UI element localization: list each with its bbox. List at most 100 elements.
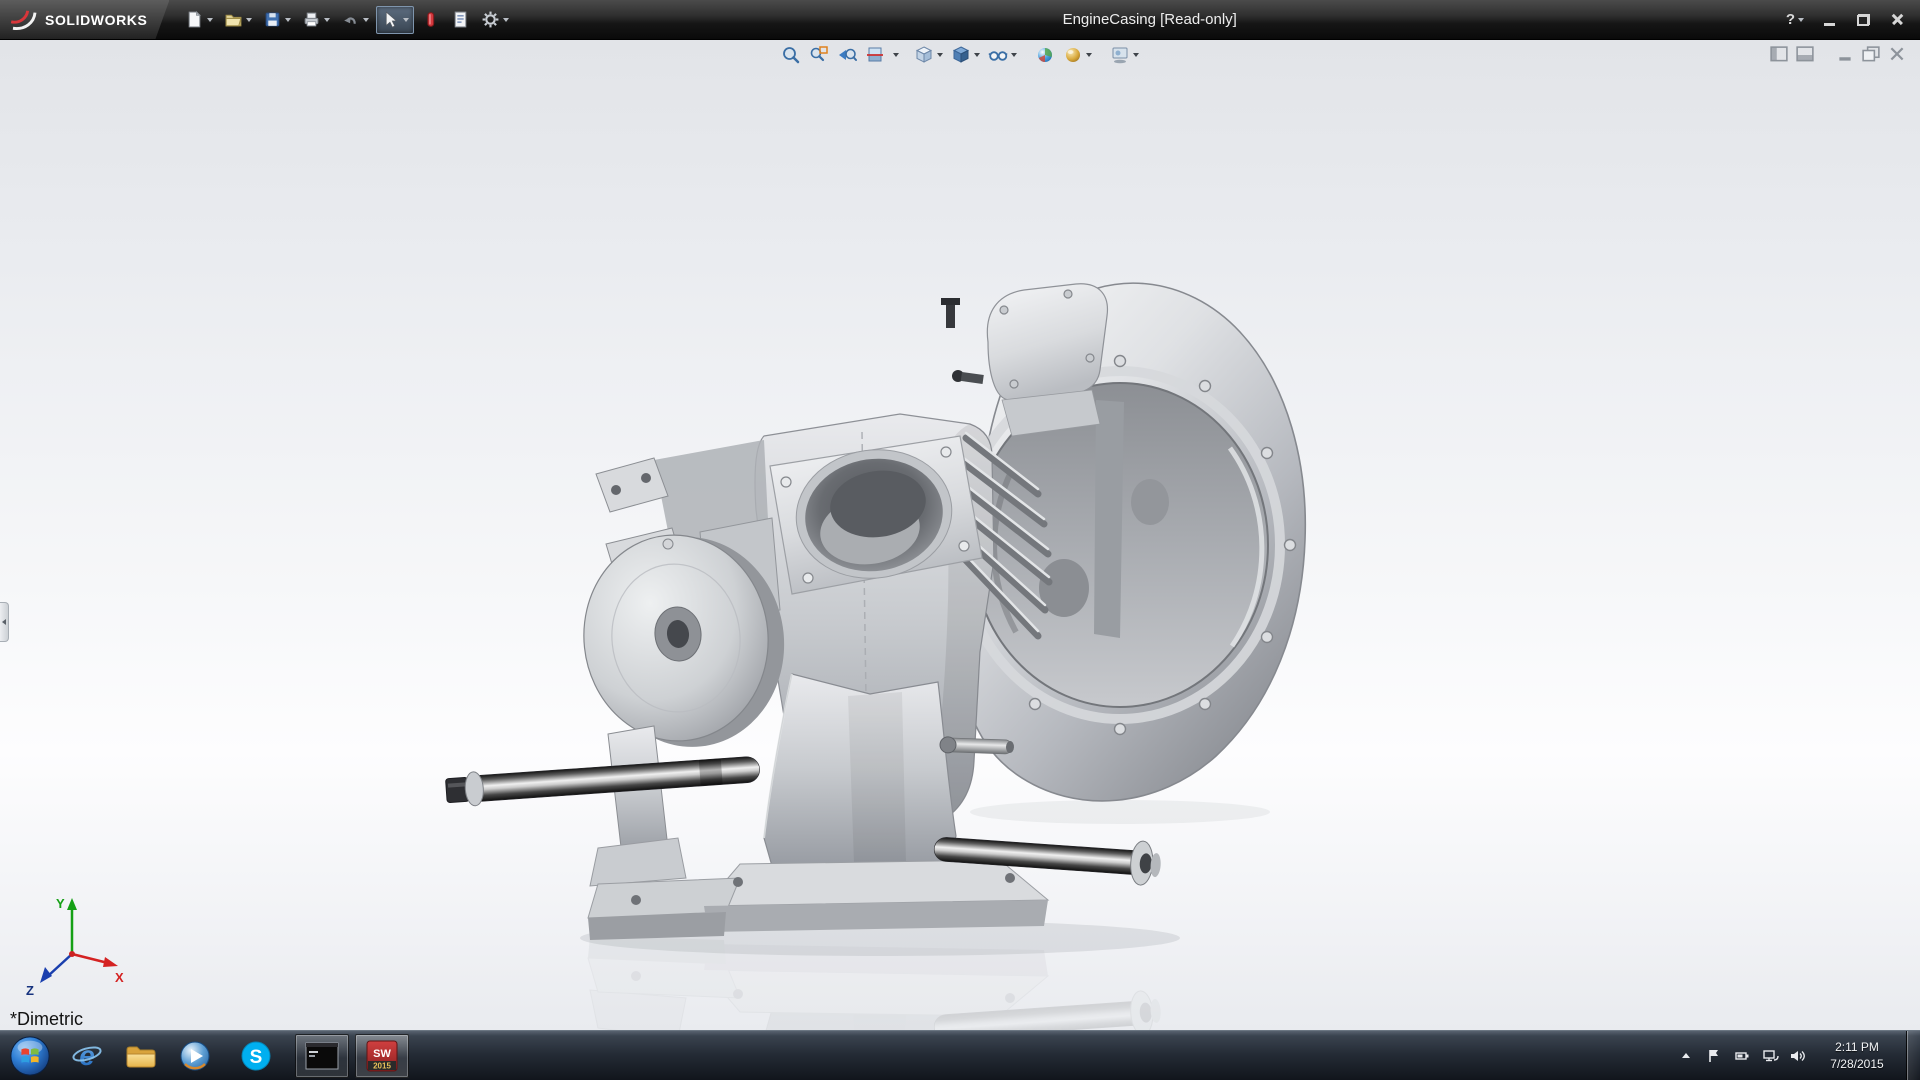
close-button[interactable] — [1888, 10, 1906, 30]
power-status-button[interactable] — [1728, 1034, 1756, 1078]
select-cursor-icon — [386, 11, 398, 28]
file-properties-button[interactable] — [447, 6, 474, 34]
taskbar: e S SW 2015 2:11 PM 7/28/2015 — [0, 1030, 1920, 1080]
dropdown-caret[interactable] — [324, 17, 331, 22]
pane-bottom-button[interactable] — [1796, 46, 1814, 62]
display-style-cube-icon — [952, 46, 970, 63]
zoom-to-fit-icon — [783, 47, 800, 64]
speaker-icon — [1791, 1050, 1805, 1061]
taskbar-item-skype[interactable]: S — [232, 1034, 280, 1078]
minimize-button[interactable] — [1820, 10, 1838, 30]
apply-scene-button[interactable] — [1060, 42, 1095, 68]
heads-up-view-toolbar — [778, 42, 1142, 68]
windows-start-orb-icon — [10, 1035, 50, 1076]
dropdown-caret[interactable] — [403, 17, 410, 22]
titlebar: SOLIDWORKS EngineCasing [Read-only] ? — [0, 0, 1920, 40]
action-center-flag-icon — [1709, 1049, 1718, 1062]
display-style-button[interactable] — [948, 42, 983, 68]
undo-button[interactable] — [337, 6, 373, 34]
previous-view-button[interactable] — [834, 42, 860, 68]
rebuild-icon — [427, 12, 435, 27]
taskbar-clock[interactable]: 2:11 PM 7/28/2015 — [1816, 1039, 1898, 1071]
print-button[interactable] — [298, 6, 334, 34]
options-gear-icon — [483, 11, 499, 28]
dropdown-caret[interactable] — [893, 53, 899, 57]
restore-button[interactable] — [1854, 10, 1872, 30]
pane-left-button[interactable] — [1770, 46, 1788, 62]
triad-x-label: X — [115, 970, 124, 985]
undo-icon — [344, 17, 357, 24]
zoom-to-fit-button[interactable] — [778, 42, 804, 68]
doc-minimize-button[interactable] — [1836, 46, 1854, 62]
zoom-to-area-icon — [810, 46, 828, 62]
dropdown-caret[interactable] — [1798, 17, 1805, 22]
feature-manager-collapsed-tab[interactable] — [0, 602, 9, 642]
skype-icon: S — [241, 1041, 271, 1070]
view-orientation-cube-icon — [915, 46, 933, 63]
zoom-to-area-button[interactable] — [806, 42, 832, 68]
triad-y-label: Y — [56, 896, 65, 911]
folder-icon — [126, 1046, 156, 1067]
network-icon — [1762, 1049, 1779, 1061]
open-button[interactable] — [220, 6, 256, 34]
doc-close-button[interactable] — [1888, 46, 1906, 62]
action-center-button[interactable] — [1700, 1034, 1728, 1078]
options-button[interactable] — [477, 6, 513, 34]
solidworks-taskbar-icon: SW 2015 — [366, 1040, 398, 1071]
dropdown-caret[interactable] — [1086, 53, 1092, 57]
hide-show-glasses-icon — [988, 51, 1008, 61]
rebuild-button[interactable] — [417, 6, 444, 34]
internet-explorer-icon: e — [72, 1040, 102, 1071]
save-icon — [266, 12, 280, 27]
dropdown-caret[interactable] — [974, 53, 980, 57]
network-status-button[interactable] — [1756, 1034, 1784, 1078]
dropdown-caret[interactable] — [503, 17, 510, 22]
taskbar-item-media-player[interactable] — [171, 1034, 219, 1078]
media-player-icon — [180, 1041, 210, 1070]
command-prompt-icon — [305, 1042, 339, 1069]
document-window-controls — [1770, 46, 1906, 62]
graphics-area[interactable]: Y X Z *Dimetric — [0, 40, 1920, 1030]
dropdown-caret[interactable] — [246, 17, 253, 22]
restore-icon — [1856, 13, 1870, 26]
taskbar-item-solidworks[interactable]: SW 2015 — [355, 1033, 409, 1078]
dropdown-caret[interactable] — [285, 17, 292, 22]
show-desktop-button[interactable] — [1906, 1030, 1920, 1080]
view-settings-button[interactable] — [1107, 42, 1142, 68]
view-settings-icon — [1112, 47, 1128, 64]
taskbar-item-command-prompt[interactable] — [295, 1033, 349, 1078]
view-orientation-label: *Dimetric — [10, 1009, 84, 1029]
help-button[interactable]: ? — [1786, 10, 1805, 30]
dropdown-caret[interactable] — [1011, 53, 1017, 57]
dropdown-caret[interactable] — [363, 17, 370, 22]
taskbar-item-internet-explorer[interactable]: e — [63, 1034, 111, 1078]
doc-close-icon — [1890, 47, 1904, 61]
select-button[interactable] — [376, 5, 415, 34]
section-view-button[interactable] — [862, 42, 888, 68]
view-orientation-button[interactable] — [911, 42, 946, 68]
file-properties-icon — [455, 11, 467, 28]
open-folder-icon — [226, 14, 243, 27]
start-button[interactable] — [4, 1032, 56, 1080]
minimize-icon — [1823, 22, 1835, 26]
reference-triad: Y X Z — [26, 896, 124, 998]
doc-restore-button[interactable] — [1862, 46, 1880, 62]
system-tray: 2:11 PM 7/28/2015 — [1672, 1030, 1920, 1080]
hide-show-items-button[interactable] — [985, 42, 1020, 68]
dropdown-caret[interactable] — [1133, 53, 1139, 57]
dropdown-caret[interactable] — [207, 17, 214, 22]
clock-time: 2:11 PM — [1835, 1040, 1879, 1055]
edit-appearance-button[interactable] — [1032, 42, 1058, 68]
solidworks-logo: SOLIDWORKS — [0, 0, 169, 39]
new-document-button[interactable] — [181, 6, 217, 34]
previous-view-icon — [839, 48, 857, 61]
doc-restore-icon — [1862, 46, 1880, 62]
volume-button[interactable] — [1784, 1034, 1812, 1078]
show-hidden-icons-button[interactable] — [1672, 1034, 1700, 1078]
dropdown-caret[interactable] — [937, 53, 943, 57]
taskbar-item-windows-explorer[interactable] — [117, 1034, 165, 1078]
titlebar-toolbar — [181, 5, 513, 34]
save-button[interactable] — [259, 6, 295, 34]
hidden-icons-caret-icon — [1682, 1053, 1690, 1058]
pane-left-icon — [1770, 46, 1788, 62]
